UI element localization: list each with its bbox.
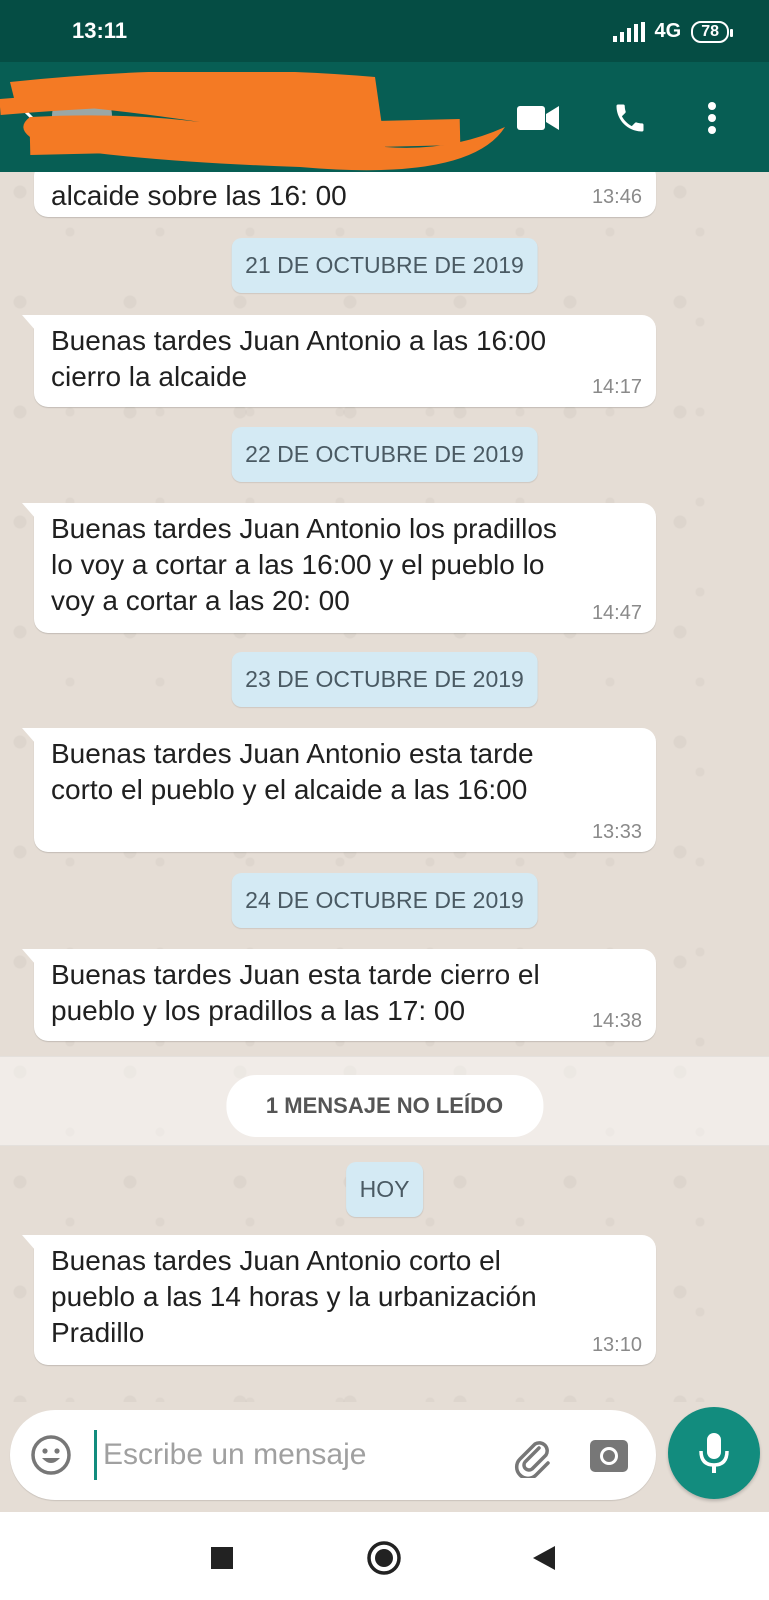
status-bar: 13:11 4G 78 — [0, 0, 769, 62]
battery-icon: 78 — [691, 20, 733, 43]
message-time: 13:10 — [591, 1334, 642, 1356]
message-text: Buenas tardes Juan Antonio esta tarde co… — [51, 738, 534, 805]
date-chip: 24 DE OCTUBRE DE 2019 — [231, 873, 538, 928]
message-input[interactable] — [94, 1430, 474, 1480]
unread-label: 1 MENSAJE NO LEÍDO — [225, 1075, 544, 1137]
more-vert-icon[interactable] — [690, 96, 734, 140]
date-chip: 22 DE OCTUBRE DE 2019 — [231, 427, 538, 482]
message-bubble[interactable]: Buenas tardes Juan Antonio a las 16:00 c… — [22, 315, 656, 407]
message-bubble[interactable]: Buenas tardes Juan Antonio los pradillos… — [22, 503, 656, 633]
message-time: 14:38 — [591, 1010, 642, 1032]
message-bubble[interactable]: Buenas tardes Juan Antonio esta tarde co… — [22, 728, 656, 852]
message-bubble[interactable]: Buenas tardes Juan esta tarde cierro el … — [22, 949, 656, 1041]
status-time: 13:11 — [72, 18, 128, 43]
message-time: 13:46 — [591, 186, 642, 208]
recents-button[interactable] — [204, 1540, 240, 1576]
date-chip: HOY — [345, 1162, 424, 1217]
composer-bar — [0, 1402, 769, 1512]
back-button[interactable] — [526, 1540, 562, 1576]
home-button[interactable] — [366, 1540, 402, 1576]
video-call-icon[interactable] — [516, 96, 560, 140]
emoji-icon[interactable] — [30, 1434, 72, 1476]
camera-icon[interactable] — [588, 1434, 630, 1476]
attach-icon[interactable] — [508, 1432, 554, 1478]
date-chip: 21 DE OCTUBRE DE 2019 — [231, 238, 538, 293]
date-chip: 23 DE OCTUBRE DE 2019 — [231, 652, 538, 707]
recents-icon — [211, 1547, 233, 1569]
mic-button[interactable] — [668, 1407, 760, 1499]
signal-icon — [612, 21, 645, 42]
network-type: 4G — [654, 20, 682, 42]
message-time: 13:33 — [591, 821, 642, 843]
message-bubble[interactable]: Buenas tardes Juan Antonio corto el pueb… — [22, 1235, 656, 1365]
message-text: Buenas tardes Juan Antonio corto el pueb… — [51, 1245, 537, 1348]
status-indicators: 4G 78 — [612, 20, 733, 43]
system-nav-bar — [0, 1512, 769, 1600]
message-bubble[interactable]: alcaide sobre las 16: 00 13:46 — [34, 172, 656, 217]
home-icon — [367, 1541, 401, 1575]
back-icon — [533, 1546, 555, 1570]
message-text: Buenas tardes Juan Antonio los pradillos… — [51, 513, 557, 616]
phone-icon[interactable] — [608, 96, 652, 140]
unread-divider: 1 MENSAJE NO LEÍDO — [0, 1056, 769, 1146]
message-time: 14:47 — [591, 602, 642, 624]
message-text: Buenas tardes Juan esta tarde cierro el … — [51, 959, 540, 1026]
composer-box — [10, 1410, 656, 1500]
battery-level: 78 — [701, 22, 719, 40]
message-text: alcaide sobre las 16: 00 — [51, 180, 347, 211]
mic-icon — [699, 1433, 729, 1473]
chat-header — [0, 62, 769, 172]
message-time: 14:17 — [591, 376, 642, 398]
message-text: Buenas tardes Juan Antonio a las 16:00 c… — [51, 325, 547, 392]
chat-area[interactable]: alcaide sobre las 16: 00 13:46 21 DE OCT… — [0, 172, 769, 1402]
